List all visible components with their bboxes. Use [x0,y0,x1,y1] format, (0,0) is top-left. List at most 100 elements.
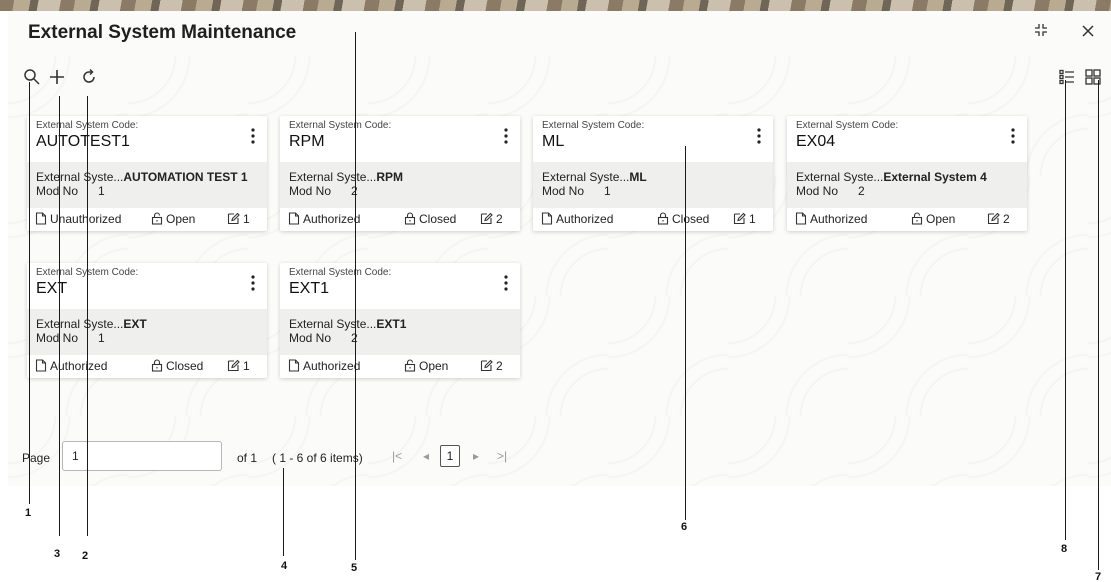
name-label: External Syste... [289,170,377,184]
lock-icon [151,359,166,373]
tile-view-icon[interactable] [1085,69,1103,87]
authorization-status: Authorized [288,212,360,226]
name-label: External Syste... [36,170,124,184]
close-icon[interactable] [1082,21,1094,42]
record-status: Closed [151,359,203,373]
card-header: External System Code: RPM [280,116,520,162]
background-strip [0,0,1111,11]
callout-number: 5 [351,562,358,574]
kebab-menu-icon[interactable] [504,275,508,295]
current-page-button[interactable]: 1 [440,445,460,467]
record-card[interactable]: External System Code: EXT1 External Syst… [280,263,520,378]
kebab-menu-icon[interactable] [251,275,255,295]
edit-count: 1 [227,359,250,373]
record-card[interactable]: External System Code: EX04 External Syst… [787,116,1027,231]
card-header: External System Code: EXT [27,263,267,309]
edit-icon [480,359,496,373]
lock-icon [657,212,672,226]
callout-line-5 [355,32,356,560]
record-status-text: Closed [419,212,457,226]
system-name: EXT1 [376,317,407,331]
external-system-window: External System Maintenance External Sys… [8,11,1111,486]
mod-label: Mod No [36,331,79,345]
unlock-icon [404,359,419,373]
callout-number: 3 [54,548,61,560]
record-status: Closed [657,212,709,226]
card-footer: Authorized Closed 2 [280,208,520,231]
record-status-text: Closed [166,359,204,373]
mod-label: Mod No [796,184,839,198]
kebab-menu-icon[interactable] [251,128,255,148]
code-caption: External System Code: [289,120,392,131]
list-view-icon[interactable] [1059,69,1077,87]
system-name: ML [629,170,647,184]
authorization-status: Unauthorized [35,212,121,226]
items-count-label: ( 1 - 6 of 6 items) [272,451,363,465]
mod-number: 1 [98,184,105,198]
authorization-text: Authorized [303,212,361,226]
document-icon [35,212,50,226]
card-footer: Unauthorized Open 1 [27,208,267,231]
code-caption: External System Code: [542,120,645,131]
next-page-button[interactable]: ▸ [473,449,479,463]
name-label: External Syste... [542,170,630,184]
system-name: External System 4 [883,170,987,184]
page-label: Page [22,451,51,465]
refresh-icon[interactable] [80,68,100,88]
code-caption: External System Code: [796,120,899,131]
card-body: External Syste...EXT1 Mod No2 [280,309,520,355]
authorization-text: Authorized [303,359,361,373]
edit-count-text: 1 [243,212,250,226]
kebab-menu-icon[interactable] [757,128,761,148]
edit-count-text: 1 [243,359,250,373]
card-body: External Syste...EXT Mod No 1 [27,309,267,355]
authorization-status: Authorized [541,212,613,226]
edit-count-text: 2 [496,359,503,373]
record-status-text: Open [926,212,956,226]
record-card[interactable]: External System Code: EXT External Syste… [27,263,267,378]
card-header: External System Code: EX04 [787,116,1027,162]
mod-label: Mod No [542,184,585,198]
record-card[interactable]: External System Code: AUTOTEST1 External… [27,116,267,231]
callout-line-6 [685,146,686,520]
mod-number: 1 [98,331,105,345]
maximize-icon[interactable] [1034,23,1048,37]
document-icon [35,359,50,373]
unlock-icon [911,212,926,226]
callout-number: 8 [1061,543,1068,555]
last-page-button[interactable]: >| [497,449,507,463]
page-number-input[interactable] [62,441,222,471]
record-status: Open [151,212,195,226]
edit-count: 1 [227,212,250,226]
lock-icon [404,212,419,226]
mod-number: 1 [604,184,611,198]
record-card[interactable]: External System Code: ML External Syste.… [533,116,773,231]
callout-line-2 [87,96,88,536]
edit-icon [480,212,496,226]
record-card[interactable]: External System Code: RPM External Syste… [280,116,520,231]
card-footer: Authorized Open 2 [787,208,1027,231]
card-body: External Syste...AUTOMATION TEST 1 Mod N… [27,162,267,208]
name-label: External Syste... [796,170,884,184]
kebab-menu-icon[interactable] [1011,128,1015,148]
card-header: External System Code: AUTOTEST1 [27,116,267,162]
kebab-menu-icon[interactable] [504,128,508,148]
code-caption: External System Code: [36,267,139,278]
previous-page-button[interactable]: ◂ [423,449,429,463]
record-status: Open [911,212,955,226]
document-icon [541,212,556,226]
record-status-text: Open [166,212,196,226]
edit-count-text: 2 [496,212,503,226]
edit-count: 2 [480,212,503,226]
authorization-text: Authorized [810,212,868,226]
edit-icon [987,212,1003,226]
mod-number: 2 [858,184,865,198]
first-page-button[interactable]: |< [392,449,402,463]
add-icon[interactable] [48,68,68,88]
search-icon[interactable] [23,68,43,88]
record-status: Closed [404,212,456,226]
system-code: EXT1 [289,280,330,297]
unlock-icon [151,212,166,226]
system-code: EXT [36,280,68,297]
system-code: AUTOTEST1 [36,133,130,150]
